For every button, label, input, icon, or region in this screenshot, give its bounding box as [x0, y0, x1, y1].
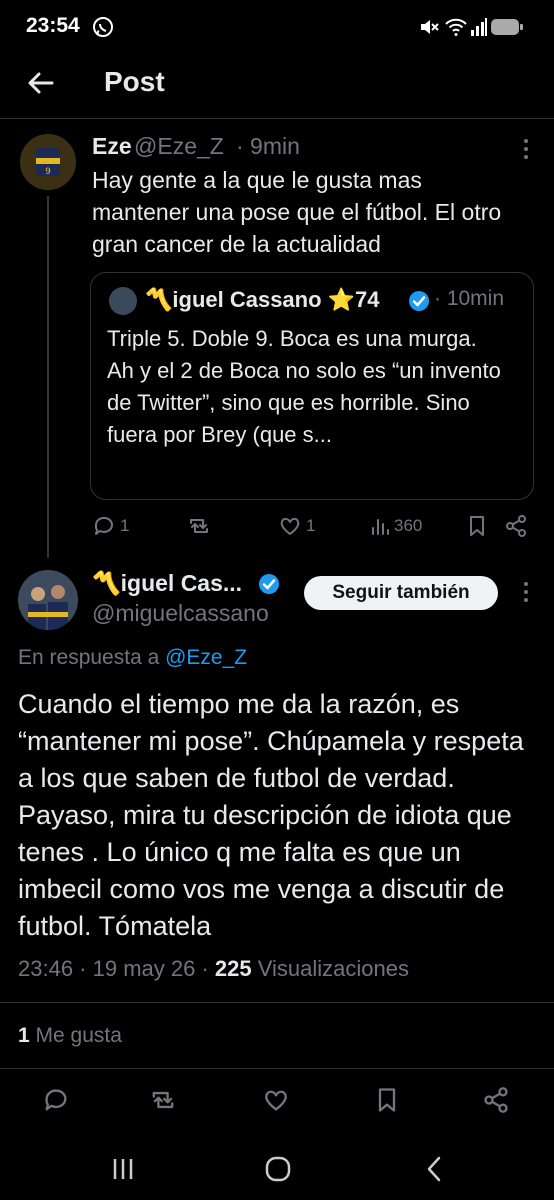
verified-icon [257, 572, 281, 596]
header-divider [0, 118, 554, 119]
likes-summary[interactable]: 1 Me gusta [18, 1024, 122, 1048]
repost-button[interactable] [148, 1086, 178, 1114]
likes-label: Me gusta [35, 1024, 122, 1047]
whatsapp-icon [92, 16, 114, 38]
like-icon [280, 517, 300, 535]
page-title: Post [104, 66, 165, 97]
mute-icon [418, 16, 440, 38]
wifi-icon [444, 16, 468, 38]
bookmark-icon [378, 1088, 396, 1112]
share-button[interactable] [482, 1086, 510, 1114]
avatar[interactable]: 9 [20, 134, 76, 190]
avatar[interactable] [18, 570, 78, 630]
likes-count: 1 [18, 1024, 30, 1047]
like-icon [265, 1090, 287, 1111]
quoted-tweet[interactable]: 〽️iguel Cassano ⭐74 · 10min Triple 5. Do… [90, 272, 534, 500]
author-name[interactable]: 〽️iguel Cas... [92, 570, 242, 597]
recents-icon[interactable] [110, 1156, 136, 1182]
reply-button[interactable] [42, 1086, 70, 1114]
repost-button[interactable] [186, 514, 216, 538]
views-label[interactable]: Visualizaciones [258, 956, 409, 981]
repost-icon [190, 519, 208, 533]
back-arrow-icon [28, 72, 54, 94]
reply-count: 1 [120, 516, 130, 535]
quote-avatar [109, 287, 137, 315]
views-count: 225 [214, 956, 252, 981]
reply-context: En respuesta a @Eze_Z [18, 646, 247, 670]
tweet-text: Hay gente a la que le gusta mas mantener… [92, 167, 502, 257]
signal-icon [470, 16, 488, 38]
tweet-date: 19 may 26 [92, 956, 196, 981]
thread-line [47, 196, 49, 558]
divider [0, 1002, 554, 1003]
views-icon [372, 519, 389, 535]
battery-icon [490, 18, 524, 36]
reply-icon [94, 516, 113, 535]
repost-icon [152, 1091, 174, 1109]
tweet-time: 23:46 [18, 956, 74, 981]
views-count: 360 [394, 516, 423, 535]
home-icon[interactable] [264, 1155, 292, 1183]
author-handle[interactable]: @miguelcassano [92, 600, 269, 627]
author-handle[interactable]: @Eze_Z [134, 133, 224, 160]
more-icon[interactable] [522, 580, 530, 604]
bookmark-icon [470, 516, 484, 536]
author-name[interactable]: Eze [92, 133, 132, 160]
back-nav-icon[interactable] [424, 1155, 444, 1183]
system-nav-bar [0, 1140, 554, 1200]
like-count: 1 [306, 516, 316, 535]
views-button[interactable]: 360 [370, 514, 422, 538]
quote-author-name: 〽️iguel Cassano ⭐74 [145, 287, 380, 312]
reply-mention-link[interactable]: @Eze_Z [165, 646, 247, 669]
tweet-text: Cuando el tiempo me da la razón, es “man… [18, 689, 524, 941]
share-button[interactable] [504, 514, 528, 538]
tweet-time[interactable]: · 9min [236, 133, 300, 160]
share-icon [484, 1087, 508, 1113]
svg-text:9: 9 [45, 167, 51, 177]
quote-time: · 10min [434, 287, 505, 310]
status-time: 23:54 [26, 14, 80, 37]
tweet-meta: 23:46 · 19 may 26 · 225 Visualizaciones [18, 956, 410, 981]
verified-icon [407, 289, 431, 313]
like-button[interactable]: 1 [278, 514, 315, 538]
reply-button[interactable]: 1 [92, 514, 129, 538]
share-icon [506, 515, 526, 537]
like-button[interactable] [262, 1086, 290, 1114]
divider [0, 1068, 554, 1069]
bookmark-button[interactable] [374, 1086, 400, 1114]
reply-icon [45, 1089, 67, 1111]
reply-prefix: En respuesta a [18, 646, 160, 669]
back-button[interactable] [24, 66, 58, 100]
more-icon[interactable] [522, 137, 530, 161]
status-bar: 23:54 [0, 0, 554, 56]
bookmark-button[interactable] [466, 514, 488, 538]
quote-text: Triple 5. Doble 9. Boca es una murga. Ah… [107, 326, 501, 447]
follow-button[interactable]: Seguir también [304, 576, 498, 610]
